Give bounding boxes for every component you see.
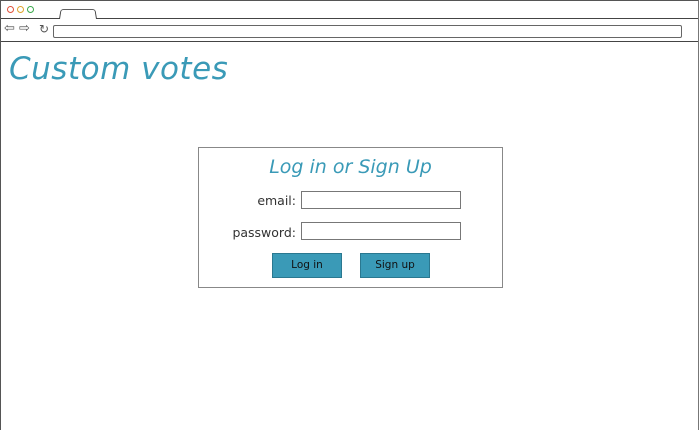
maximize-window-dot[interactable] (27, 6, 34, 13)
login-heading: Log in or Sign Up (269, 156, 432, 178)
reload-icon[interactable]: ↻ (39, 21, 49, 37)
email-label: email: (257, 193, 296, 208)
browser-window: ⇦ ⇨ ↻ Custom votes Log in or Sign Up ema… (0, 0, 699, 430)
minimize-window-dot[interactable] (17, 6, 24, 13)
browser-titlebar (1, 1, 698, 19)
browser-navbar: ⇦ ⇨ ↻ (1, 19, 698, 42)
password-label: password: (232, 225, 296, 240)
login-button[interactable]: Log in (272, 253, 342, 278)
signup-button[interactable]: Sign up (360, 253, 430, 278)
browser-tab[interactable] (59, 9, 97, 19)
password-field[interactable] (301, 222, 461, 240)
back-arrow-icon[interactable]: ⇦ (4, 21, 15, 37)
login-panel: Log in or Sign Up email: password: Log i… (198, 147, 503, 288)
url-bar[interactable] (53, 25, 682, 38)
email-field[interactable] (301, 191, 461, 209)
page-title: Custom votes (9, 51, 229, 87)
close-window-dot[interactable] (7, 6, 14, 13)
forward-arrow-icon[interactable]: ⇨ (19, 21, 30, 37)
